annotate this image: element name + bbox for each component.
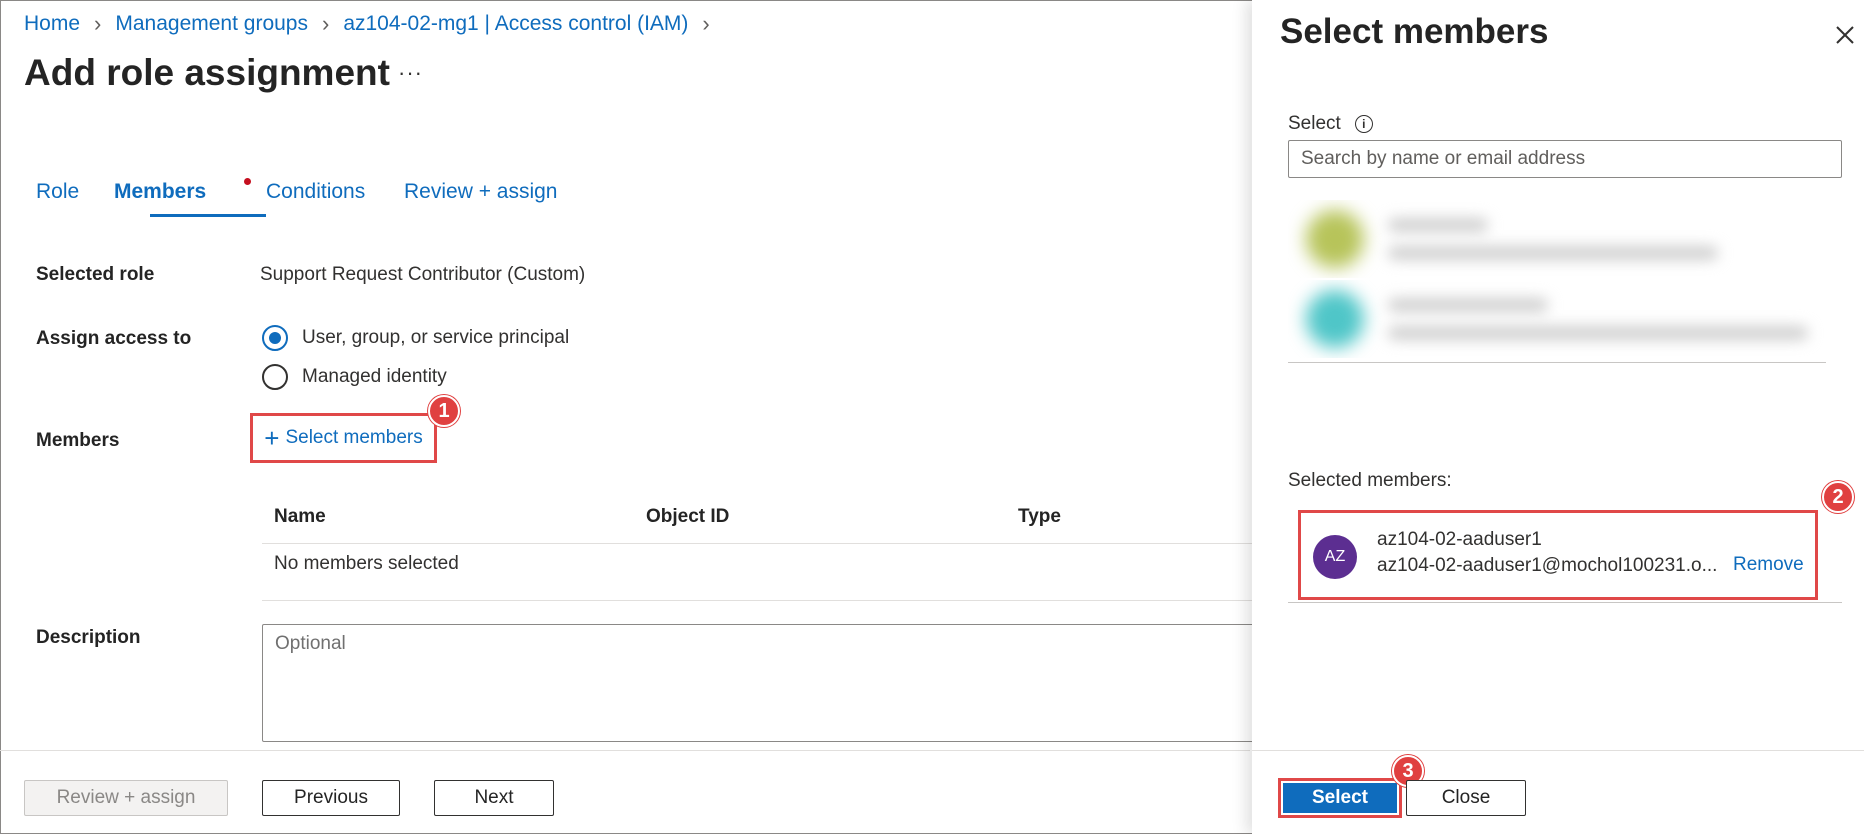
active-tab-indicator (150, 214, 266, 217)
member-name: az104-02-aaduser1 (1377, 529, 1542, 550)
selected-member-card: AZ az104-02-aaduser1 az104-02-aaduser1@m… (1298, 510, 1818, 600)
members-label: Members (36, 430, 120, 451)
radio-user-group[interactable]: User, group, or service principal (262, 325, 569, 351)
select-label-text: Select (1288, 113, 1341, 134)
close-button[interactable]: Close (1406, 780, 1526, 816)
previous-button[interactable]: Previous (262, 780, 400, 816)
plus-icon: + (264, 423, 280, 453)
close-icon[interactable] (1832, 22, 1858, 48)
tab-conditions[interactable]: Conditions (266, 180, 365, 214)
tab-members[interactable]: Members (114, 180, 206, 214)
select-field-label: Select i (1288, 113, 1373, 135)
column-name: Name (274, 506, 326, 527)
blurred-text (1388, 326, 1808, 340)
next-button[interactable]: Next (434, 780, 554, 816)
search-input[interactable] (1288, 140, 1842, 178)
assign-access-label: Assign access to (36, 328, 192, 349)
panel-title: Select members (1280, 12, 1549, 51)
page-title: Add role assignment (24, 52, 390, 93)
required-dot-icon (244, 178, 251, 185)
select-button-highlight: Select (1278, 778, 1402, 818)
table-row: No members selected (262, 544, 1252, 601)
breadcrumb-home[interactable]: Home (24, 12, 80, 36)
blurred-text (1388, 218, 1488, 232)
footer-divider (0, 750, 1250, 751)
chevron-right-icon: › (702, 11, 710, 36)
column-type: Type (1018, 506, 1061, 527)
panel-footer-divider (1252, 750, 1864, 751)
list-item[interactable] (1288, 280, 1826, 358)
radio-managed-identity[interactable]: Managed identity (262, 364, 447, 390)
selected-role-value: Support Request Contributor (Custom) (260, 264, 586, 285)
member-email: az104-02-aaduser1@mochol100231.o... (1377, 555, 1718, 576)
column-object-id: Object ID (646, 506, 730, 527)
radio-checked-icon[interactable] (262, 325, 288, 351)
breadcrumb: Home › Management groups › az104-02-mg1 … (24, 12, 724, 36)
radio-unchecked-icon[interactable] (262, 364, 288, 390)
chevron-right-icon: › (94, 11, 102, 36)
info-icon[interactable]: i (1354, 115, 1373, 133)
avatar (1306, 290, 1364, 348)
selected-members-label: Selected members: (1288, 470, 1452, 491)
member-divider (1288, 602, 1842, 603)
description-input[interactable] (262, 624, 1262, 742)
select-members-button[interactable]: + Select members (250, 413, 437, 463)
more-options-icon[interactable]: ··· (398, 60, 423, 86)
description-label: Description (36, 627, 141, 648)
members-table-header: Name Object ID Type (262, 500, 1252, 544)
blurred-text (1388, 298, 1548, 312)
avatar: AZ (1313, 535, 1357, 579)
review-assign-button[interactable]: Review + assign (24, 780, 228, 816)
selected-role-label: Selected role (36, 264, 155, 285)
remove-member-link[interactable]: Remove (1733, 554, 1804, 576)
avatar (1306, 210, 1364, 268)
select-members-label: Select members (285, 427, 423, 448)
tab-review-assign[interactable]: Review + assign (404, 180, 558, 214)
tab-role[interactable]: Role (36, 180, 79, 214)
empty-table-message: No members selected (274, 553, 459, 574)
select-members-panel: Select members Select i Selected members… (1252, 0, 1864, 834)
callout-1: 1 (428, 395, 460, 427)
blurred-text (1388, 246, 1718, 260)
radio-user-group-label: User, group, or service principal (302, 327, 570, 348)
list-item[interactable] (1288, 200, 1826, 278)
breadcrumb-management-groups[interactable]: Management groups (115, 12, 308, 36)
chevron-right-icon: › (321, 11, 330, 36)
results-divider (1288, 362, 1826, 363)
select-button[interactable]: Select (1283, 783, 1397, 813)
callout-2: 2 (1822, 481, 1854, 513)
radio-managed-identity-label: Managed identity (302, 366, 447, 387)
breadcrumb-iam[interactable]: az104-02-mg1 | Access control (IAM) (343, 12, 688, 36)
